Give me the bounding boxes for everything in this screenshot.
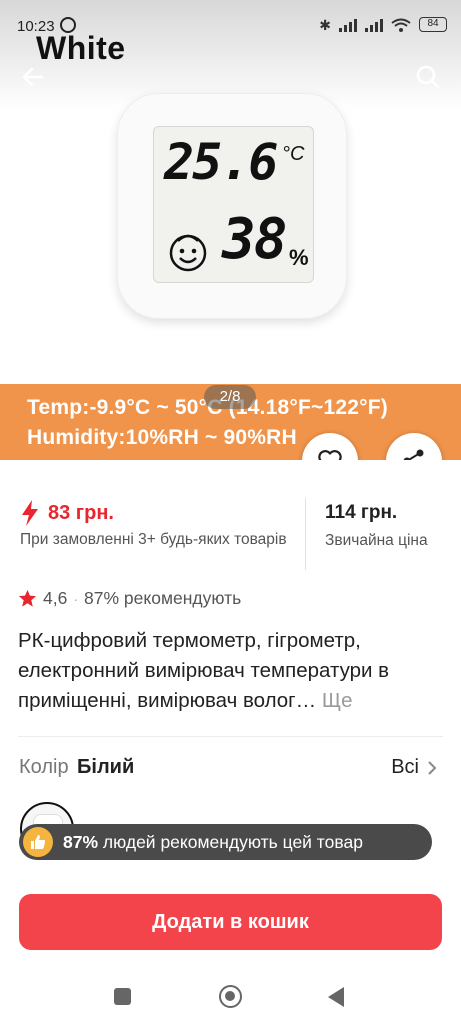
back-button[interactable] bbox=[328, 987, 344, 1007]
promo-price-value: 83 грн. bbox=[48, 501, 114, 524]
recommend-banner: 87% людей рекомендують цей товар bbox=[19, 824, 432, 860]
product-gallery[interactable]: 10:23 ✱ 84 White 25.6 °C 38 % Temp:-9.9°… bbox=[0, 0, 461, 460]
color-value: Білий bbox=[77, 756, 135, 778]
regular-price-label: Звичайна ціна bbox=[325, 532, 428, 549]
spec-humidity: Humidity:10%RH ~ 90%RH bbox=[27, 426, 297, 449]
lcd-humidity-unit: % bbox=[289, 245, 309, 270]
gallery-pager: 2/8 bbox=[204, 385, 256, 409]
search-icon[interactable] bbox=[413, 62, 443, 92]
add-to-cart-button[interactable]: Додати в кошик bbox=[19, 894, 442, 950]
signal-icon-2 bbox=[365, 18, 383, 32]
lcd-temperature-unit: °C bbox=[282, 143, 305, 165]
product-image: 25.6 °C 38 % bbox=[117, 93, 347, 319]
regular-price: 114 грн. Звичайна ціна bbox=[325, 502, 428, 550]
chevron-right-icon bbox=[428, 760, 437, 775]
system-nav-bar bbox=[0, 968, 461, 1024]
thumbs-up-icon bbox=[23, 827, 53, 857]
heart-icon bbox=[318, 450, 342, 460]
lightning-icon bbox=[22, 500, 38, 526]
regular-price-value: 114 грн. bbox=[325, 502, 398, 523]
status-bar: 10:23 ✱ 84 bbox=[0, 0, 461, 35]
all-variants-link[interactable]: Всі bbox=[391, 756, 437, 779]
read-more-link[interactable]: Ще bbox=[322, 689, 353, 712]
rating-recommend: 87% рекомендують bbox=[84, 588, 242, 608]
rating-score: 4,6 bbox=[43, 588, 68, 608]
recommend-label: людей рекомендують цей товар bbox=[102, 831, 363, 852]
separator-dot: · bbox=[73, 590, 78, 607]
arrow-left-icon[interactable] bbox=[18, 62, 48, 92]
lcd-humidity: 38 bbox=[222, 207, 287, 272]
product-title[interactable]: РК-цифровий термометр, гігрометр, електр… bbox=[18, 626, 448, 716]
promo-price-note: При замовленні 3+ будь-яких товарів bbox=[20, 531, 287, 548]
share-icon bbox=[403, 449, 424, 460]
bluetooth-icon: ✱ bbox=[319, 16, 331, 33]
recommend-percent: 87% bbox=[63, 831, 99, 852]
wifi-icon bbox=[391, 18, 411, 32]
star-icon bbox=[18, 589, 37, 607]
price-divider bbox=[305, 498, 306, 570]
recommend-text: 87% людей рекомендують цей товар bbox=[63, 832, 363, 853]
signal-icon bbox=[339, 18, 357, 32]
smiley-face-icon bbox=[169, 234, 207, 272]
all-variants-label: Всі bbox=[391, 756, 419, 778]
rating-row[interactable]: 4,6 · 87% рекомендують bbox=[18, 588, 241, 609]
lcd-temperature: 25.6 bbox=[164, 133, 278, 191]
variant-title: White bbox=[36, 30, 126, 66]
lcd-screen: 25.6 °C 38 % bbox=[153, 126, 314, 283]
recent-apps-button[interactable] bbox=[114, 988, 131, 1005]
promo-price: 83 грн. bbox=[20, 500, 114, 526]
battery-indicator: 84 bbox=[419, 17, 447, 32]
status-icons: ✱ 84 bbox=[319, 17, 447, 32]
color-label: Колір bbox=[19, 756, 69, 778]
divider bbox=[18, 736, 443, 737]
color-selector[interactable]: Колір Білий Всі bbox=[19, 756, 441, 784]
home-button[interactable] bbox=[219, 985, 242, 1008]
